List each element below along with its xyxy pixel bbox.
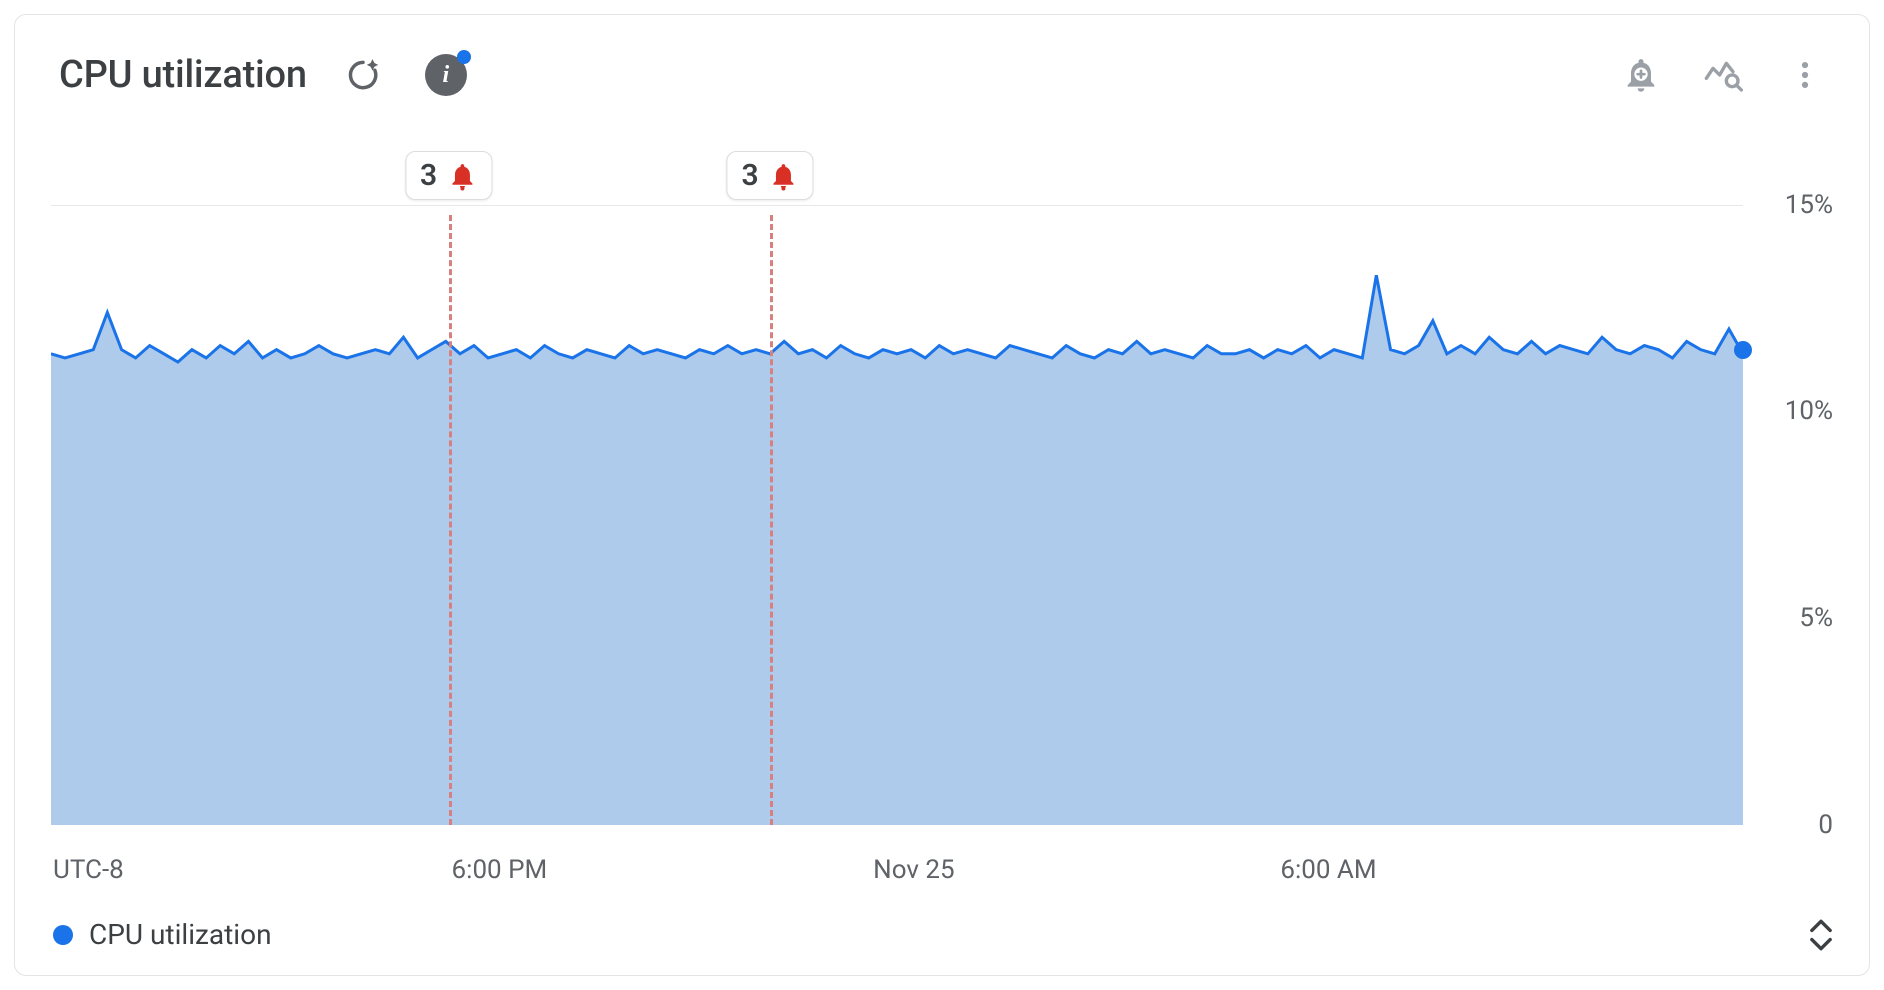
alert-event-line [770,215,773,825]
alert-event-marker[interactable]: 3 [405,151,492,200]
y-tick-0: 0 [1818,810,1833,840]
alert-event-count: 3 [742,158,759,193]
legend-swatch [53,925,73,945]
x-tick-label: 6:00 PM [452,855,548,885]
more-vert-icon[interactable] [1785,55,1825,95]
bell-icon [769,161,799,191]
chart-body: 15% 10% 5% 0 3 3 [51,145,1833,845]
explore-metrics-icon[interactable] [1703,55,1743,95]
plot-area[interactable] [51,205,1743,825]
series-end-marker [1734,341,1752,359]
chart-title: CPU utilization [59,53,307,97]
reorder-handle[interactable] [1807,919,1835,951]
x-tick-label: 6:00 AM [1280,855,1376,885]
area-chart-svg [51,205,1743,825]
x-tick-label: Nov 25 [873,855,954,885]
chart-header: CPU utilization i [15,15,1869,115]
add-alert-icon[interactable] [1621,55,1661,95]
alert-event-marker[interactable]: 3 [727,151,814,200]
chart-card: CPU utilization i [14,14,1870,976]
bell-icon [447,161,477,191]
y-tick-10: 10% [1785,396,1833,426]
y-tick-5: 5% [1799,603,1833,633]
alert-event-line [449,215,452,825]
alert-event-count: 3 [420,158,437,193]
legend-label: CPU utilization [89,918,272,951]
y-tick-15: 15% [1785,190,1833,220]
legend[interactable]: CPU utilization [53,918,272,951]
refresh-ai-icon[interactable] [343,55,383,95]
info-icon[interactable]: i [425,54,467,96]
x-axis: 6:00 PM Nov 25 6:00 AM [51,855,1743,899]
